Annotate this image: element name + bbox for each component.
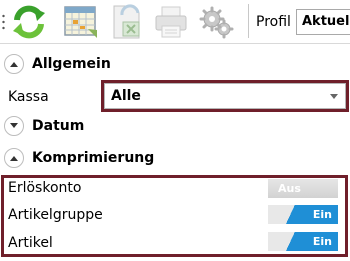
chevron-up-icon	[10, 62, 18, 67]
chevron-up-icon	[10, 156, 18, 161]
toggle-state: Aus	[278, 182, 301, 195]
refresh-icon[interactable]	[10, 3, 48, 41]
kassa-select-value: Alle	[111, 88, 141, 104]
section-title-komprimierung: Komprimierung	[32, 150, 155, 166]
chevron-down-icon	[330, 94, 338, 99]
artikelgruppe-toggle[interactable]: Ein	[268, 205, 338, 224]
profil-label: Profil	[256, 14, 291, 30]
section-title-datum: Datum	[32, 118, 85, 134]
artikelgruppe-label: Artikelgruppe	[8, 207, 103, 223]
komprimierung-collapse-button[interactable]	[4, 148, 24, 168]
settings-gears-icon[interactable]	[198, 3, 236, 41]
toolbar-separator	[248, 4, 249, 38]
kassa-label: Kassa	[8, 89, 49, 105]
calendar-grid-icon[interactable]	[62, 3, 100, 41]
chevron-down-icon	[10, 123, 18, 128]
kassa-select[interactable]: Alle	[104, 83, 346, 109]
excel-export-icon[interactable]	[108, 3, 146, 41]
allgemein-collapse-button[interactable]	[4, 54, 24, 74]
toggle-state: Ein	[312, 235, 332, 248]
profil-select[interactable]: Aktuelle	[296, 9, 350, 35]
erloeskonto-toggle[interactable]: Aus	[268, 179, 338, 198]
erloeskonto-label: Erlöskonto	[8, 180, 82, 196]
toggle-state: Ein	[312, 208, 332, 221]
toolbar: Profil Aktuelle	[0, 0, 350, 44]
section-title-allgemein: Allgemein	[32, 56, 111, 72]
printer-icon[interactable]	[152, 3, 190, 41]
artikel-toggle[interactable]: Ein	[268, 232, 338, 251]
artikel-label: Artikel	[8, 235, 53, 251]
toolbar-grip[interactable]	[2, 13, 5, 31]
datum-expand-button[interactable]	[4, 116, 24, 136]
